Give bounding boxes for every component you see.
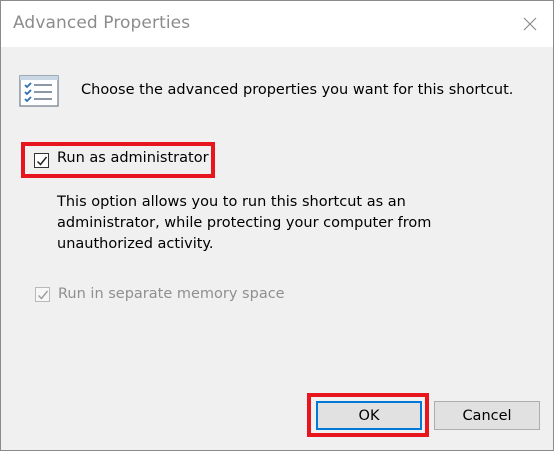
run-as-admin-description: This option allows you to run this short…: [57, 194, 432, 252]
advanced-properties-dialog: Advanced Properties Choose the advanced …: [0, 0, 554, 451]
intro-text: Choose the advanced properties you want …: [81, 82, 514, 98]
title-bar: Advanced Properties: [1, 1, 553, 47]
separate-memory-checkbox[interactable]: [35, 287, 50, 302]
separate-memory-label[interactable]: Run in separate memory space: [58, 286, 285, 302]
ok-button[interactable]: OK: [316, 401, 422, 430]
checkmark-icon: [36, 156, 48, 166]
close-icon: [523, 17, 537, 31]
properties-list-icon: [19, 75, 59, 107]
window-title: Advanced Properties: [13, 13, 191, 33]
run-as-admin-label[interactable]: Run as administrator: [57, 150, 209, 166]
run-as-admin-checkbox[interactable]: [34, 153, 49, 168]
cancel-button[interactable]: Cancel: [434, 401, 540, 430]
close-button[interactable]: [507, 1, 553, 47]
checkmark-icon: [37, 290, 49, 300]
